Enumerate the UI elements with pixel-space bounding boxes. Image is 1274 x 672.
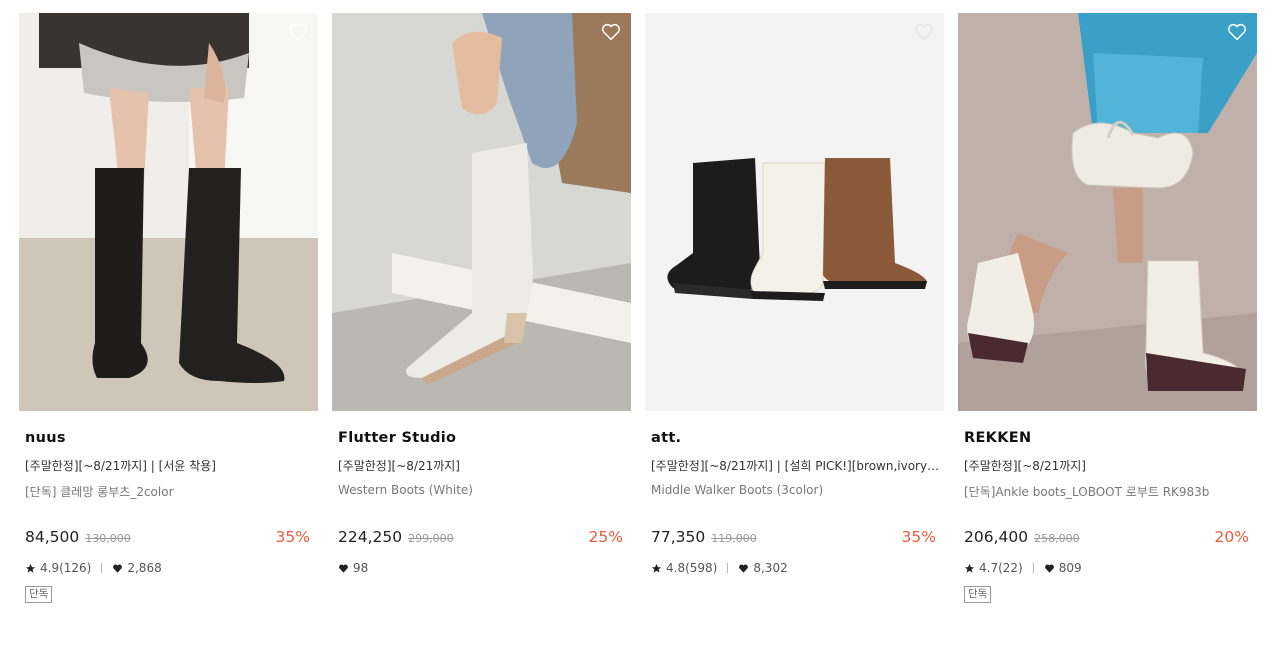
- promo-text: [주말한정][~8/21까지] | [설희 PICK!][brown,ivory…: [651, 459, 940, 473]
- sale-price: 206,400: [964, 528, 1029, 546]
- brand-name[interactable]: REKKEN: [964, 430, 1253, 448]
- promo-text: [주말한정][~8/21까지]: [964, 459, 1086, 473]
- sale-price: 77,350: [651, 528, 706, 546]
- discount-rate: 35%: [901, 528, 936, 546]
- star-icon: [651, 563, 662, 573]
- wishlist-heart-icon[interactable]: [600, 21, 622, 43]
- like-count: 2,868: [127, 561, 162, 575]
- product-card[interactable]: att. [주말한정][~8/21까지] | [설희 PICK!][brown,…: [645, 13, 944, 576]
- brand-name[interactable]: att.: [651, 430, 940, 448]
- like-count: 8,302: [753, 561, 788, 575]
- original-price: 258,000: [1034, 532, 1080, 545]
- meta-row: 98: [338, 560, 627, 576]
- rating: 4.9(126): [40, 561, 92, 575]
- wishlist-heart-icon[interactable]: [287, 21, 309, 43]
- price-row: 84,500 130,000 35%: [25, 528, 314, 548]
- brand-name[interactable]: Flutter Studio: [338, 430, 627, 448]
- star-icon: [25, 563, 36, 573]
- product-name[interactable]: [단독] 클레망 롱부츠_2color: [25, 483, 314, 499]
- product-card[interactable]: Flutter Studio [주말한정][~8/21까지] Western B…: [332, 13, 631, 576]
- product-image[interactable]: [332, 13, 631, 411]
- original-price: 299,000: [408, 532, 454, 545]
- heart-filled-icon: [1044, 564, 1054, 573]
- heart-filled-icon: [739, 564, 749, 573]
- product-photo: [19, 13, 318, 411]
- divider: [1032, 563, 1034, 573]
- product-name[interactable]: [단독]Ankle boots_LOBOOT 로부트 RK983b: [964, 483, 1253, 499]
- product-name[interactable]: Western Boots (White): [338, 483, 627, 499]
- product-card[interactable]: REKKEN [주말한정][~8/21까지] [단독]Ankle boots_L…: [958, 13, 1257, 603]
- rating: 4.8(598): [666, 561, 718, 575]
- price-row: 206,400 258,000 20%: [964, 528, 1253, 548]
- sale-price: 224,250: [338, 528, 403, 546]
- rating: 4.7(22): [979, 561, 1023, 575]
- product-grid: nuus [주말한정][~8/21까지] | [서윤 착용] [단독] 클레망 …: [0, 0, 1274, 672]
- product-name[interactable]: Middle Walker Boots (3color): [651, 483, 940, 499]
- product-card[interactable]: nuus [주말한정][~8/21까지] | [서윤 착용] [단독] 클레망 …: [19, 13, 318, 603]
- meta-row: 4.9(126) 2,868: [25, 560, 314, 576]
- product-image[interactable]: [958, 13, 1257, 411]
- exclusive-badge: 단독: [25, 586, 53, 603]
- product-photo: [332, 13, 631, 411]
- promo-text: [주말한정][~8/21까지] | [서윤 착용]: [25, 459, 216, 473]
- product-photo: [958, 13, 1257, 411]
- discount-rate: 20%: [1214, 528, 1249, 546]
- like-count: 98: [353, 561, 369, 575]
- promo-text: [주말한정][~8/21까지]: [338, 459, 460, 473]
- like-count: 809: [1058, 561, 1082, 575]
- wishlist-heart-icon[interactable]: [1226, 21, 1248, 43]
- sale-price: 84,500: [25, 528, 80, 546]
- product-image[interactable]: [645, 13, 944, 411]
- product-image[interactable]: [19, 13, 318, 411]
- product-photo: [645, 13, 944, 411]
- heart-filled-icon: [339, 564, 348, 573]
- brand-name[interactable]: nuus: [25, 430, 314, 448]
- star-icon: [964, 563, 975, 573]
- meta-row: 4.8(598) 8,302: [651, 560, 940, 576]
- exclusive-badge: 단독: [964, 586, 992, 603]
- meta-row: 4.7(22) 809: [964, 560, 1253, 576]
- discount-rate: 25%: [588, 528, 623, 546]
- divider: [727, 563, 729, 573]
- price-row: 77,350 119,000 35%: [651, 528, 940, 548]
- original-price: 119,000: [711, 532, 757, 545]
- discount-rate: 35%: [275, 528, 310, 546]
- price-row: 224,250 299,000 25%: [338, 528, 627, 548]
- original-price: 130,000: [85, 532, 131, 545]
- wishlist-heart-icon[interactable]: [913, 21, 935, 43]
- divider: [101, 563, 103, 573]
- heart-filled-icon: [113, 564, 123, 573]
